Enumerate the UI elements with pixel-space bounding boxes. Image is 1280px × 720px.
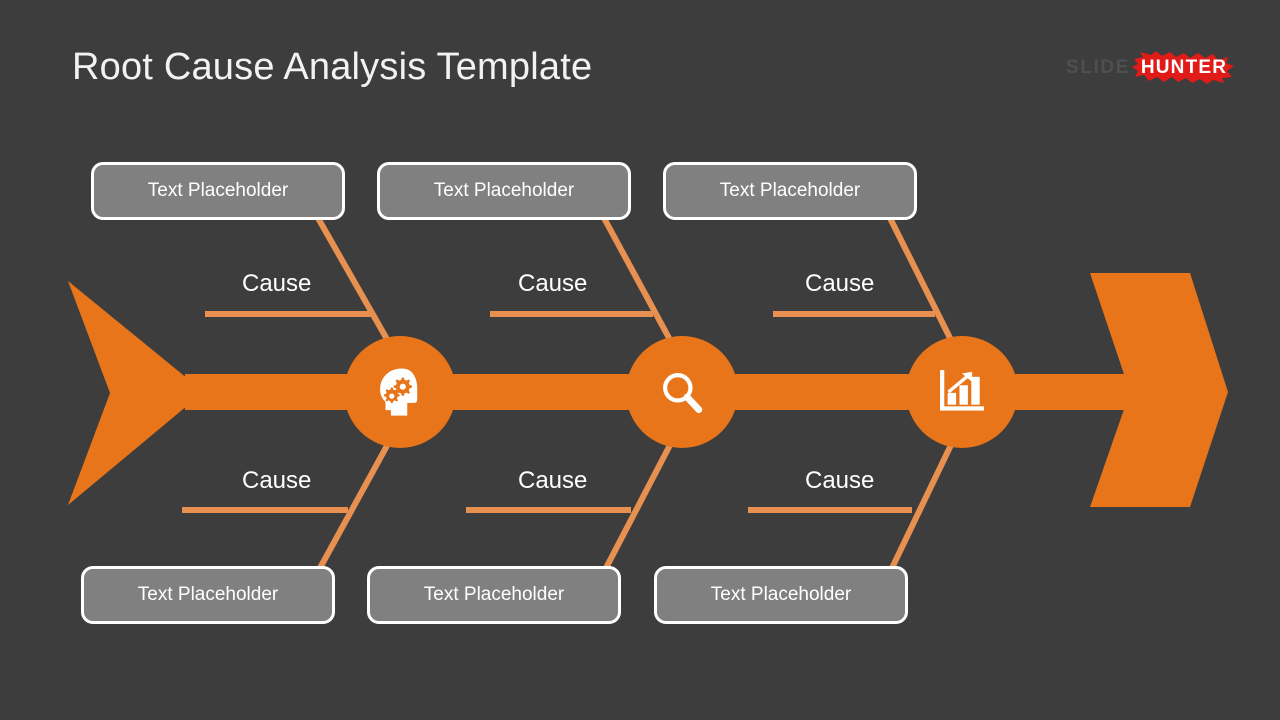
spine-tail bbox=[68, 281, 188, 505]
category-icon-bar-chart[interactable] bbox=[906, 336, 1018, 448]
top-placeholder-label-3: Text Placeholder bbox=[719, 180, 861, 201]
top-placeholder-label-2: Text Placeholder bbox=[433, 180, 575, 201]
top-placeholder-box-1[interactable]: Text Placeholder bbox=[91, 162, 345, 220]
bottom-placeholder-label-3: Text Placeholder bbox=[710, 584, 852, 605]
top-placeholder-label-1: Text Placeholder bbox=[147, 180, 289, 201]
top-placeholder-box-3[interactable]: Text Placeholder bbox=[663, 162, 917, 220]
category-icon-magnifier[interactable] bbox=[626, 336, 738, 448]
cause-label-bottom-2: Cause bbox=[518, 467, 588, 494]
cause-label-bottom-3: Cause bbox=[805, 467, 875, 494]
bottom-placeholder-label-1: Text Placeholder bbox=[137, 584, 279, 605]
bottom-placeholder-box-2[interactable]: Text Placeholder bbox=[367, 566, 621, 624]
category-icon-head-gears[interactable] bbox=[344, 336, 456, 448]
head-gears-icon bbox=[380, 368, 418, 416]
cause-label-top-2: Cause bbox=[518, 270, 588, 297]
cause-label-top-3: Cause bbox=[805, 270, 875, 297]
cause-label-bottom-1: Cause bbox=[242, 467, 312, 494]
magnifier-icon bbox=[663, 373, 703, 414]
slide-canvas: Root Cause Analysis Template SLIDE HUNTE… bbox=[0, 0, 1280, 720]
bar-chart-arrow-icon bbox=[940, 370, 984, 411]
bottom-placeholder-box-3[interactable]: Text Placeholder bbox=[654, 566, 908, 624]
cause-label-top-1: Cause bbox=[242, 270, 312, 297]
bottom-placeholder-label-2: Text Placeholder bbox=[423, 584, 565, 605]
bottom-placeholder-box-1[interactable]: Text Placeholder bbox=[81, 566, 335, 624]
top-placeholder-box-2[interactable]: Text Placeholder bbox=[377, 162, 631, 220]
